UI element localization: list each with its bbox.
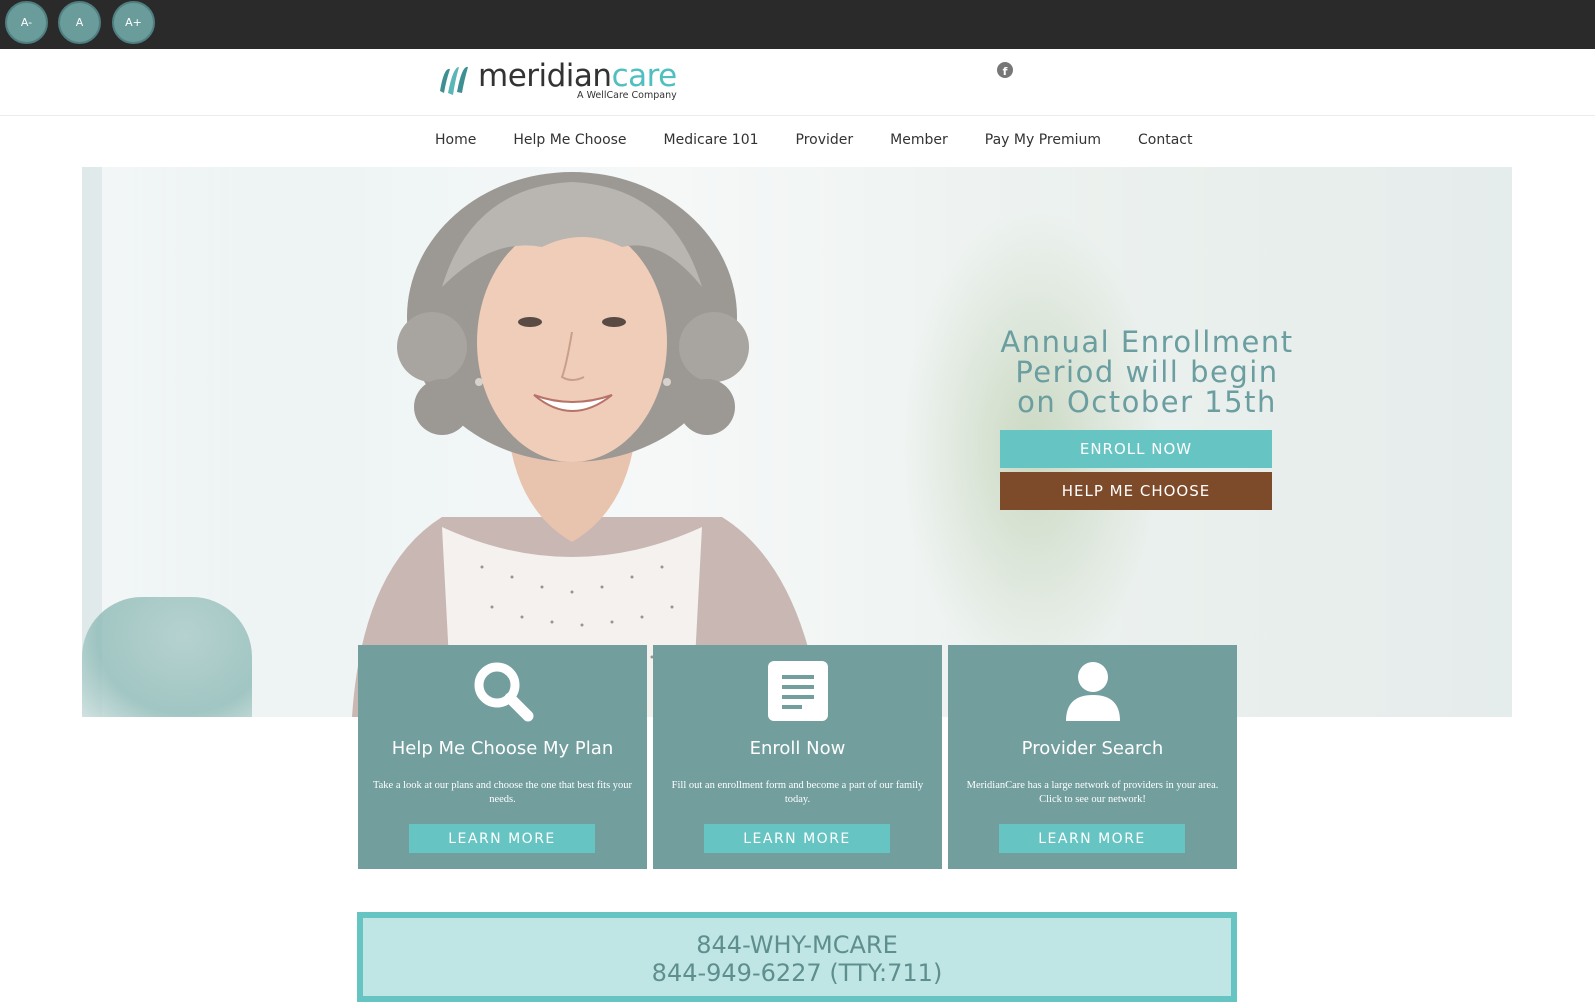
- main-nav: Home Help Me Choose Medicare 101 Provide…: [0, 117, 1595, 167]
- logo-word-accent: care: [611, 58, 678, 94]
- card-description: Take a look at our plans and choose the …: [372, 780, 633, 805]
- card-provider-search: Provider Search MeridianCare has a large…: [948, 645, 1237, 869]
- hero-woman-image: [352, 172, 822, 717]
- card-description: Fill out an enrollment form and become a…: [671, 780, 924, 805]
- facebook-icon[interactable]: f: [997, 62, 1013, 78]
- hero-heading: Annual Enrollment Period will begin on O…: [982, 327, 1312, 417]
- card-help-me-choose: Help Me Choose My Plan Take a look at ou…: [358, 645, 647, 869]
- meridiancare-logo-icon: [440, 66, 468, 95]
- font-reset-button[interactable]: A: [58, 1, 101, 44]
- learn-more-button[interactable]: LEARN MORE: [409, 824, 595, 853]
- site-header: meridiancare A WellCare Company f: [0, 49, 1595, 116]
- card-title: Provider Search: [1021, 738, 1164, 759]
- nav-contact[interactable]: Contact: [1138, 132, 1192, 148]
- nav-medicare-101[interactable]: Medicare 101: [664, 132, 759, 148]
- learn-more-button[interactable]: LEARN MORE: [704, 824, 890, 853]
- nav-help-me-choose[interactable]: Help Me Choose: [513, 132, 626, 148]
- nav-pay-my-premium[interactable]: Pay My Premium: [985, 132, 1101, 148]
- site-logo[interactable]: meridiancare A WellCare Company: [436, 59, 677, 109]
- nav-provider[interactable]: Provider: [796, 132, 854, 148]
- enroll-now-button[interactable]: ENROLL NOW: [1000, 430, 1272, 468]
- accessibility-bar: A- A A+: [0, 0, 1595, 49]
- user-icon: [1065, 662, 1120, 721]
- phone-number[interactable]: 844-949-6227 (TTY:711): [363, 959, 1231, 987]
- font-increase-button[interactable]: A+: [112, 1, 155, 44]
- facebook-glyph: f: [1002, 65, 1008, 78]
- hero-heading-line-2: Period will begin: [1015, 355, 1279, 389]
- nav-member[interactable]: Member: [890, 132, 948, 148]
- logo-word-main: meridian: [478, 58, 612, 94]
- hero-banner: Annual Enrollment Period will begin on O…: [82, 167, 1512, 717]
- card-title: Help Me Choose My Plan: [391, 738, 614, 759]
- help-me-choose-button[interactable]: HELP ME CHOOSE: [1000, 472, 1272, 510]
- card-description: MeridianCare has a large network of prov…: [966, 780, 1219, 805]
- hero-heading-line-1: Annual Enrollment: [1000, 325, 1294, 359]
- phone-vanity[interactable]: 844-WHY-MCARE: [363, 931, 1231, 959]
- phone-contact-box: 844-WHY-MCARE 844-949-6227 (TTY:711): [357, 912, 1237, 1002]
- hero-heading-line-3: on October 15th: [1017, 385, 1277, 419]
- font-decrease-button[interactable]: A-: [5, 1, 48, 44]
- search-icon: [474, 662, 533, 722]
- nav-home[interactable]: Home: [435, 132, 476, 148]
- hero-vase: [82, 597, 252, 717]
- card-enroll-now: Enroll Now Fill out an enrollment form a…: [653, 645, 942, 869]
- card-title: Enroll Now: [749, 738, 846, 759]
- document-icon: [767, 661, 828, 721]
- logo-subtitle: A WellCare Company: [577, 90, 677, 101]
- learn-more-button[interactable]: LEARN MORE: [999, 824, 1185, 853]
